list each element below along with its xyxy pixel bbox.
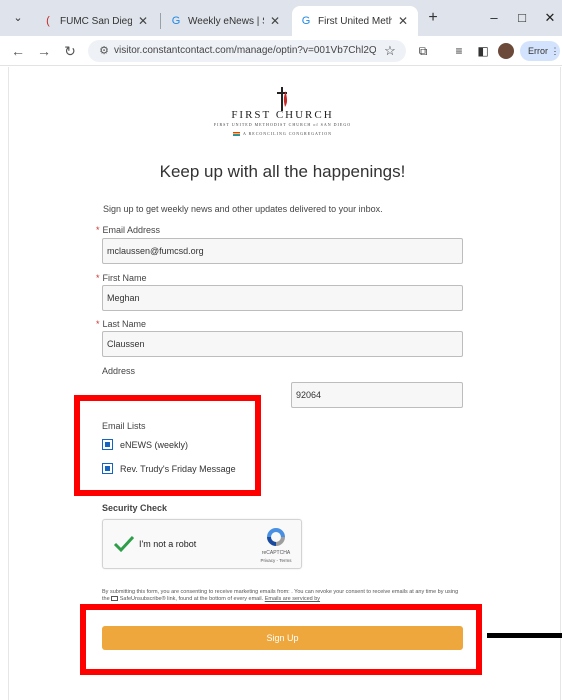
tab-strip: ⌄ ( FUMC San Diego ✕ G Weekly eNews | Sa…: [0, 0, 562, 36]
consent-text: By submitting this form, you are consent…: [102, 589, 459, 602]
tab-weekly-enews[interactable]: G Weekly eNews | Sankofa ✕: [162, 6, 290, 36]
captcha-label: I'm not a robot: [139, 539, 197, 549]
fumc-favicon-icon: (: [46, 15, 50, 27]
close-window-icon[interactable]: ✕: [540, 8, 560, 28]
security-check-title: Security Check: [102, 503, 168, 513]
reading-list-icon[interactable]: ≡: [450, 42, 468, 60]
reload-icon[interactable]: ↻: [60, 41, 80, 61]
profile-avatar[interactable]: [498, 43, 514, 59]
church-logo-title: FIRST CHURCH: [231, 109, 334, 121]
tab-fumc-san-diego[interactable]: ( FUMC San Diego ✕: [34, 6, 158, 36]
extensions-icon[interactable]: ⧉: [414, 42, 432, 60]
sign-up-highlight-box: [80, 604, 482, 675]
minimize-icon[interactable]: –: [484, 8, 504, 28]
first-name-field[interactable]: [102, 285, 463, 311]
browser-toolbar: ← → ↻ ⚙ visitor.constantcontact.com/mana…: [0, 36, 562, 66]
rainbow-flag-icon: [232, 132, 240, 137]
error-badge[interactable]: Error ⋮: [520, 41, 560, 61]
forward-arrow-icon[interactable]: →: [34, 41, 54, 61]
google-favicon-icon: G: [171, 15, 181, 27]
church-logo-tagline: A RECONCILING CONGREGATION: [180, 131, 385, 137]
close-tab-icon[interactable]: ✕: [268, 14, 282, 28]
tab-separator: [160, 13, 161, 29]
site-settings-icon[interactable]: ⚙: [96, 43, 112, 59]
recaptcha-terms-link[interactable]: Privacy - Terms: [251, 558, 301, 563]
page-content: FIRST CHURCH FIRST UNITED METHODIST CHUR…: [0, 67, 562, 700]
bookmark-star-icon[interactable]: ☆: [382, 43, 398, 59]
cross-and-flame-logo-icon: [277, 87, 288, 111]
new-tab-button[interactable]: +: [424, 9, 442, 27]
intro-text: Sign up to get weekly news and other upd…: [103, 204, 383, 214]
tab-search-chevron-icon[interactable]: ⌄: [8, 8, 28, 28]
address-url[interactable]: visitor.constantcontact.com/manage/optin…: [114, 44, 376, 58]
recaptcha-brand: reCAPTCHA: [261, 550, 291, 556]
page-title: Keep up with all the happenings!: [159, 162, 406, 181]
emails-serviced-by-link[interactable]: Emails are serviced by: [265, 596, 320, 602]
recaptcha-logo-icon: [267, 528, 285, 546]
recaptcha-widget[interactable]: I'm not a robot reCAPTCHA Privacy - Term…: [102, 519, 302, 569]
zip-code-field[interactable]: [291, 382, 463, 408]
close-tab-icon[interactable]: ✕: [136, 14, 150, 28]
annotation-arrow-line: [487, 633, 562, 638]
last-name-label: * Last Name: [96, 319, 147, 329]
first-name-label: * First Name: [96, 273, 147, 283]
safeunsubscribe-envelope-icon: [111, 596, 119, 602]
browser-window: ⌄ ( FUMC San Diego ✕ G Weekly eNews | Sa…: [0, 0, 562, 700]
address-bar[interactable]: ⚙ visitor.constantcontact.com/manage/opt…: [88, 40, 406, 62]
side-panel-icon[interactable]: ◧: [474, 42, 492, 60]
church-logo-subtitle: FIRST UNITED METHODIST CHURCH of SAN DIE…: [213, 122, 352, 127]
back-arrow-icon[interactable]: ←: [8, 41, 28, 61]
tab-first-united-methodist[interactable]: G First United Methodist ✕: [292, 6, 418, 36]
last-name-field[interactable]: [102, 331, 463, 357]
email-label: * Email Address: [96, 225, 161, 235]
checkmark-icon[interactable]: [113, 534, 135, 554]
address-label: Address: [102, 366, 136, 376]
google-favicon-icon: G: [301, 15, 311, 27]
maximize-icon[interactable]: □: [512, 8, 532, 28]
close-tab-icon[interactable]: ✕: [396, 14, 410, 28]
email-lists-highlight-box: [74, 395, 261, 496]
email-field[interactable]: [102, 238, 463, 264]
